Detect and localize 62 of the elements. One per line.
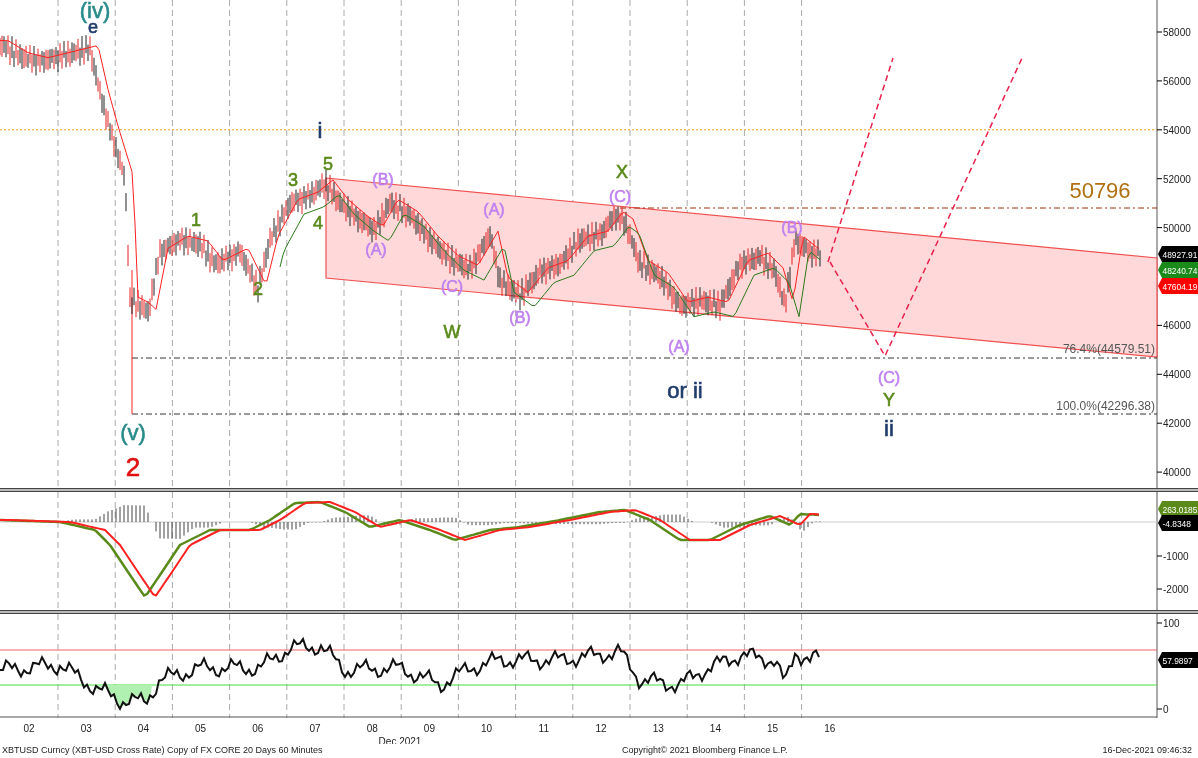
axis-label: 100 (1163, 618, 1180, 629)
wave-label: ii (884, 416, 894, 441)
price-value: 47604.19 (1162, 281, 1198, 292)
security-description: XBTUSD Curncy (XBT-USD Cross Rate) Copy of FX CORE 20 Days 60 Minutes (2, 745, 324, 756)
axis-label: 40000 (1163, 467, 1191, 479)
level-label: 50796 (1069, 178, 1131, 203)
wave-label: W (443, 322, 461, 342)
axis-label: 15 (767, 723, 779, 734)
axis-label: 0 (1163, 704, 1169, 715)
wave-label: (C) (608, 188, 632, 205)
axis-label: 09 (423, 723, 435, 734)
axis-label: 02 (23, 723, 35, 734)
axis-label: 03 (80, 723, 92, 734)
wave-label: (C) (877, 369, 901, 386)
copyright-text: Copyright© 2021 Bloomberg Finance L.P. (622, 745, 788, 756)
axis-label: 50000 (1163, 222, 1191, 234)
axis-label: 14 (709, 723, 721, 734)
fibonacci-label: 76.4%(44579.51) (1062, 342, 1155, 356)
wave-label: 2 (253, 279, 263, 299)
wave-label: (A) (668, 338, 690, 355)
fibonacci-label: 100.0%(42296.38) (1056, 399, 1155, 413)
price-value: 57.9897 (1162, 655, 1193, 666)
wave-label: X (616, 162, 628, 182)
axis-label: 06 (252, 723, 264, 734)
axis-label: 04 (137, 723, 149, 734)
axis-label: 12 (595, 723, 607, 734)
axis-label: 54000 (1163, 124, 1191, 136)
timestamp: 16-Dec-2021 09:46:32 (1102, 745, 1193, 756)
wave-label: (B) (509, 309, 531, 326)
wave-label: 5 (323, 154, 333, 174)
price-value: -4.8348 (1162, 518, 1191, 529)
axis-label: 05 (195, 723, 207, 734)
wave-label: (iv) (79, 0, 111, 23)
wave-label: Y (883, 390, 895, 410)
wave-label: (A) (483, 201, 505, 218)
wave-label: 3 (288, 170, 298, 190)
wave-label: 4 (313, 213, 323, 233)
wave-label: (A) (365, 241, 387, 258)
axis-label: 52000 (1163, 173, 1191, 185)
price-value: 48240.74 (1162, 265, 1198, 276)
wave-label: (B) (781, 219, 803, 236)
wave-label: i (317, 118, 323, 143)
axis-label: 44000 (1163, 369, 1191, 381)
axis-label: -2000 (1163, 584, 1189, 595)
wave-label: 2 (125, 452, 141, 482)
wave-label: or ii (667, 378, 703, 403)
price-value: 48927.91 (1162, 249, 1198, 260)
oversold-area (95, 685, 152, 706)
axis-label: 42000 (1163, 418, 1191, 430)
axis-label: 08 (366, 723, 378, 734)
axis-label: 11 (538, 723, 549, 734)
axis-label: 46000 (1163, 320, 1191, 332)
axis-label: 16 (824, 723, 836, 734)
wave-label: 1 (191, 210, 201, 230)
axis-label: 07 (309, 723, 321, 734)
axis-label: -1000 (1163, 551, 1189, 562)
axis-label: 10 (481, 723, 493, 734)
axis-label: 13 (652, 723, 664, 734)
axis-label: 56000 (1163, 75, 1191, 87)
wave-label: (v) (120, 420, 146, 445)
axis-label: 58000 (1163, 27, 1191, 38)
price-value: 263.0185 (1162, 504, 1198, 515)
